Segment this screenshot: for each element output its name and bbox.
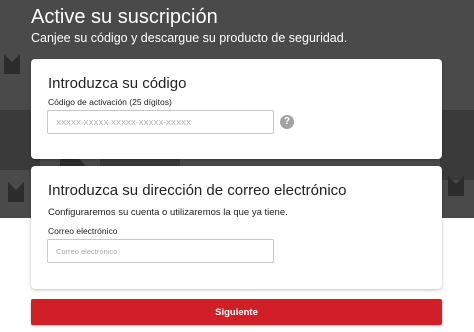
activation-code-input[interactable] bbox=[47, 110, 274, 134]
code-card-title: Introduzca su código bbox=[48, 75, 187, 92]
activation-code-label: Código de activación (25 dígitos) bbox=[48, 97, 172, 107]
email-card-title: Introduzca su dirección de correo electr… bbox=[48, 182, 347, 199]
question-circle-icon[interactable]: ? bbox=[280, 115, 294, 129]
page-subtitle: Canjee su código y descargue su producto… bbox=[31, 31, 348, 45]
email-card: Introduzca su dirección de correo electr… bbox=[31, 166, 442, 289]
page-title: Active su suscripción bbox=[31, 6, 218, 28]
next-button[interactable]: Siguiente bbox=[31, 299, 442, 325]
activation-code-card: Introduzca su código Código de activació… bbox=[31, 59, 442, 159]
email-field-label: Correo electrónico bbox=[48, 226, 118, 236]
email-card-description: Configuraremos su cuenta o utilizaremos … bbox=[48, 207, 288, 218]
email-input[interactable] bbox=[47, 239, 274, 263]
